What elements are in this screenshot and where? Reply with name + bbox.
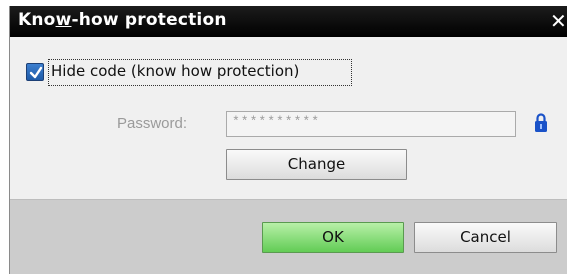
title-mnemonic: w <box>55 10 72 30</box>
close-icon[interactable]: ✕ <box>550 6 567 37</box>
cancel-button[interactable]: Cancel <box>414 222 557 253</box>
hide-code-label: Hide code (know how protection) <box>51 62 300 80</box>
title-text-part: -how protection <box>71 10 227 30</box>
ok-button[interactable]: OK <box>262 222 404 253</box>
lock-icon <box>535 113 547 132</box>
title-bar: Know-how protection ✕ <box>10 6 567 37</box>
checkmark-icon <box>29 66 43 79</box>
dialog-title: Know-how protection <box>18 10 227 30</box>
hide-code-option[interactable]: Hide code (know how protection) <box>24 57 364 87</box>
password-label: Password: <box>117 115 188 132</box>
change-button[interactable]: Change <box>226 149 407 180</box>
hide-code-checkbox[interactable] <box>26 63 44 81</box>
password-field[interactable]: ********** <box>226 111 516 137</box>
title-text-part: Kno <box>18 10 56 30</box>
